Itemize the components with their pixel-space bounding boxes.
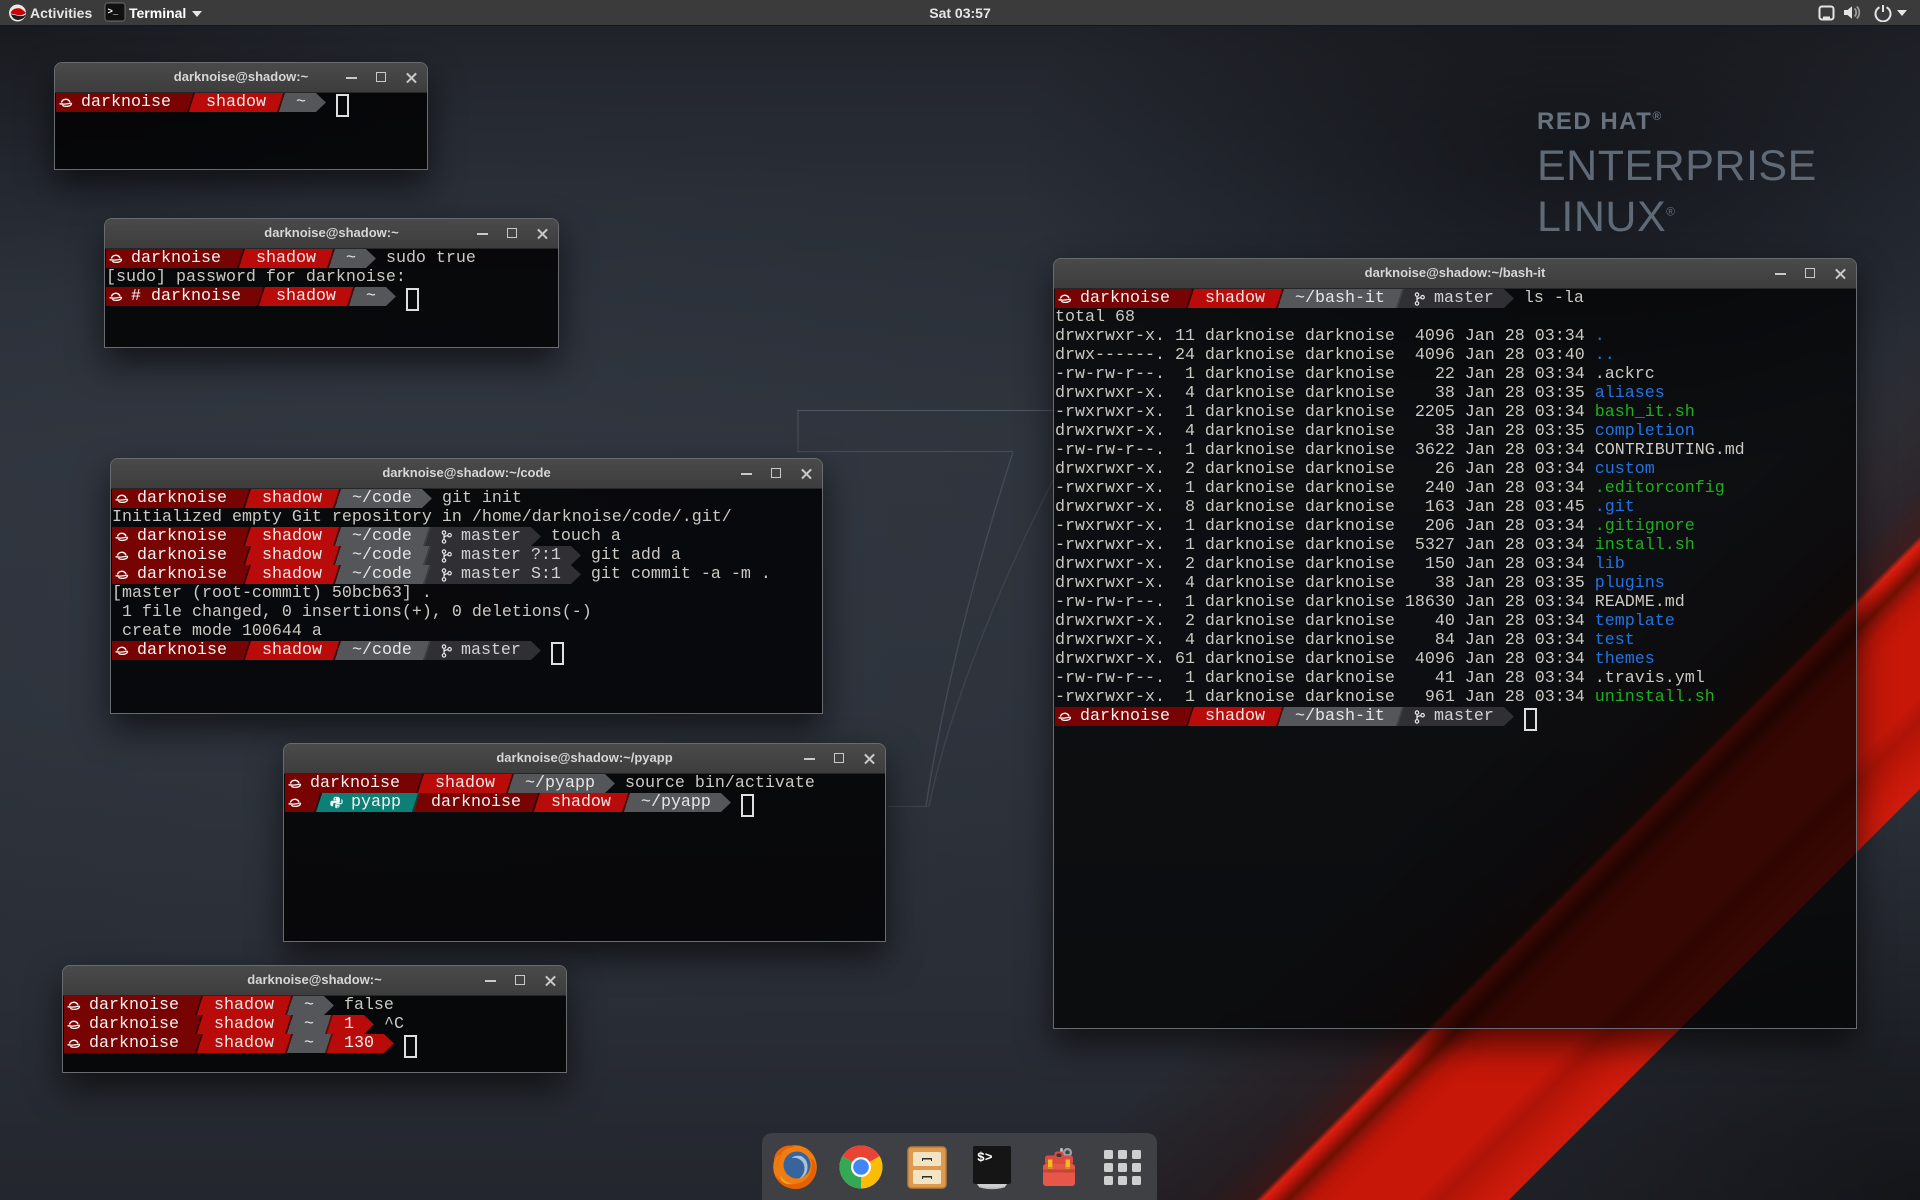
svg-text:>_: >_	[108, 7, 119, 17]
svg-text:$>: $>	[977, 1150, 993, 1165]
